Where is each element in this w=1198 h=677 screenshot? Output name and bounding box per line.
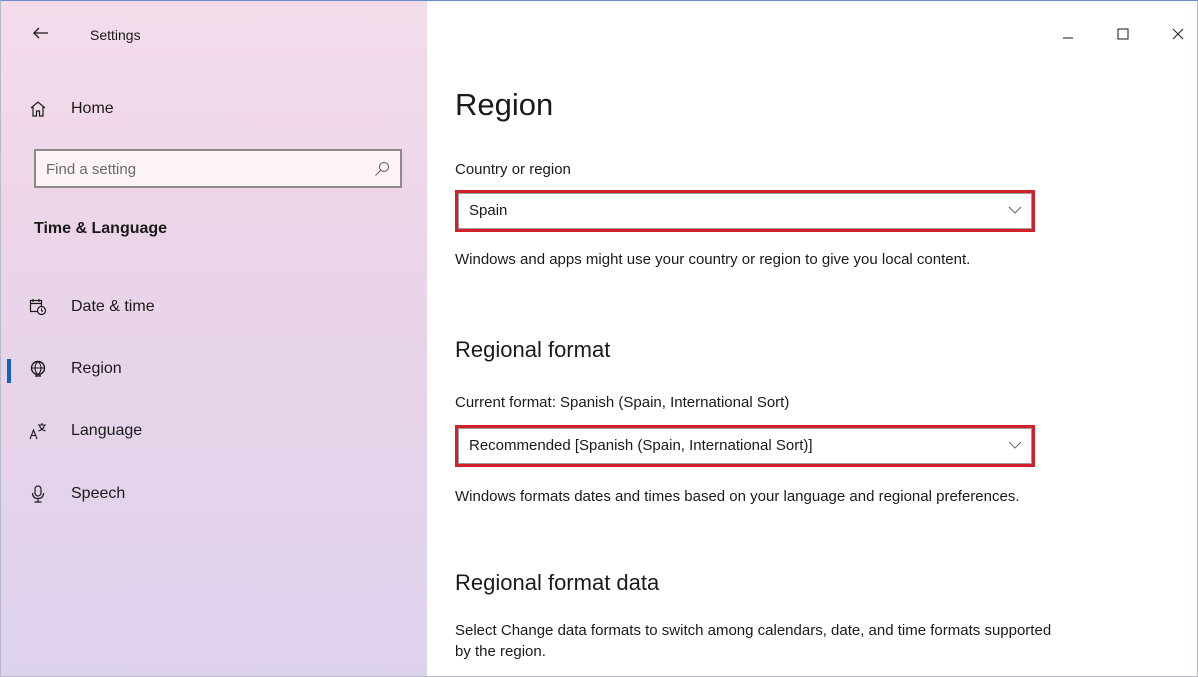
country-label: Country or region [455, 161, 571, 178]
microphone-icon [31, 485, 45, 503]
regional-format-data-description: Select Change data formats to switch amo… [455, 622, 1052, 660]
sidebar-item-label: Speech [71, 485, 126, 502]
country-description: Windows and apps might use your country … [455, 251, 971, 268]
settings-window: Settings Home Find a setting Time & Lang… [0, 0, 1198, 677]
home-icon [30, 101, 46, 117]
regional-format-data-heading: Regional format data [455, 570, 660, 595]
sidebar: Settings Home Find a setting Time & Lang… [1, 1, 427, 676]
main-content: Region Country or region Spain Windows a… [427, 1, 1197, 676]
language-icon [29, 423, 46, 440]
sidebar-item-date-time[interactable]: Date & time [1, 287, 427, 327]
minimize-button[interactable] [1053, 19, 1083, 49]
minimize-icon [1063, 37, 1073, 39]
regional-format-heading: Regional format [455, 337, 611, 362]
chevron-down-icon [1008, 441, 1022, 449]
search-placeholder: Find a setting [46, 161, 137, 178]
maximize-icon [1117, 28, 1129, 40]
home-label: Home [71, 100, 114, 117]
section-title: Time & Language [34, 220, 168, 237]
titlebar-left: Settings [1, 1, 427, 61]
sidebar-item-home[interactable]: Home [1, 91, 427, 127]
sidebar-item-label: Language [71, 422, 143, 439]
search-input[interactable]: Find a setting [34, 149, 402, 188]
selected-indicator [7, 359, 11, 383]
sidebar-item-label: Date & time [71, 298, 155, 315]
country-value: Spain [469, 202, 508, 219]
regional-format-value: Recommended [Spanish (Spain, Internation… [469, 437, 813, 454]
page-title: Region [455, 87, 554, 122]
app-title: Settings [90, 27, 141, 43]
close-button[interactable] [1163, 19, 1193, 49]
maximize-button[interactable] [1108, 19, 1138, 49]
back-arrow-icon [33, 27, 48, 39]
country-dropdown-frame [458, 193, 1032, 229]
regional-format-description: Windows formats dates and times based on… [455, 488, 1020, 505]
globe-icon [30, 360, 46, 377]
calendar-clock-icon [29, 299, 47, 316]
regional-format-dropdown[interactable]: Recommended [Spanish (Spain, Internation… [455, 425, 1035, 467]
sidebar-item-language[interactable]: Language [1, 411, 427, 451]
close-icon [1172, 28, 1184, 40]
current-format-label: Current format: Spanish (Spain, Internat… [455, 394, 790, 411]
sidebar-item-label: Region [71, 360, 122, 377]
chevron-down-icon [1008, 206, 1022, 214]
back-button[interactable] [27, 19, 55, 47]
country-dropdown[interactable]: Spain [455, 190, 1035, 232]
search-icon[interactable] [374, 161, 390, 177]
sidebar-item-region[interactable]: Region [1, 349, 427, 389]
sidebar-item-speech[interactable]: Speech [1, 474, 427, 514]
